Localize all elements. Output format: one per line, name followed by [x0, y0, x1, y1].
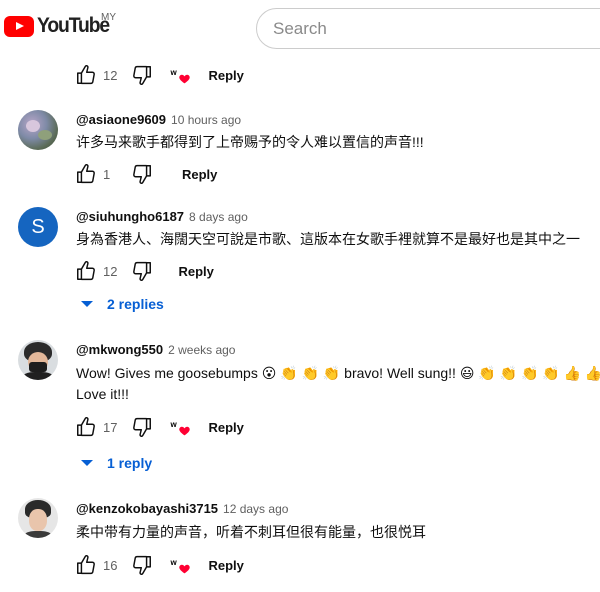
- avatar-letter: S: [31, 215, 45, 238]
- thumbs-down-icon: [131, 64, 153, 86]
- author-name[interactable]: @asiaone9609: [76, 112, 166, 127]
- comment-header: @mkwong550 2 weeks ago: [76, 342, 235, 357]
- comment-actions: 1 Reply: [74, 162, 217, 186]
- thumbs-down-icon: [131, 554, 153, 576]
- creator-heart-badge: w: [169, 553, 193, 577]
- reply-button[interactable]: Reply: [182, 167, 217, 182]
- comment-text-line: 身為香港人、海闊天空可說是市歌、這版本在女歌手裡就算不是最好也是其中之一: [76, 231, 580, 247]
- replies-label: 1 reply: [107, 455, 153, 471]
- thumbs-up-icon: [75, 163, 97, 185]
- replies-label: 2 replies: [107, 296, 164, 312]
- comment-actions: 12 Reply: [74, 259, 214, 283]
- comment-actions: 12 w Reply: [74, 63, 244, 87]
- comment-text-line: 柔中带有力量的声音，听着不刺耳但很有能量，也很悦耳: [76, 524, 426, 540]
- comment-time[interactable]: 8 days ago: [189, 210, 248, 224]
- thumbs-up-icon: [75, 64, 97, 86]
- youtube-logo[interactable]: YouTube: [4, 14, 115, 38]
- author-name[interactable]: @siuhungho6187: [76, 209, 184, 224]
- avatar-face-shape: [29, 509, 47, 531]
- youtube-play-icon: [4, 15, 34, 37]
- creator-heart-badge: w: [169, 415, 193, 439]
- avatar-body-shape: [24, 531, 52, 538]
- author-name[interactable]: @mkwong550: [76, 342, 163, 357]
- like-count: 1: [103, 166, 111, 182]
- comment-header: @kenzokobayashi3715 12 days ago: [76, 501, 288, 516]
- chevron-down-icon: [81, 460, 93, 466]
- creator-avatar-icon: w: [170, 558, 177, 567]
- creator-avatar-icon: w: [170, 420, 177, 429]
- view-replies-button[interactable]: 1 reply: [80, 455, 152, 471]
- comment-header: @siuhungho6187 8 days ago: [76, 209, 248, 224]
- reply-button[interactable]: Reply: [208, 68, 243, 83]
- dislike-button[interactable]: [130, 162, 154, 186]
- creator-avatar-icon: w: [170, 68, 177, 77]
- search-input[interactable]: [256, 8, 600, 49]
- comment-header: @asiaone9609 10 hours ago: [76, 112, 241, 127]
- view-replies-button[interactable]: 2 replies: [80, 296, 164, 312]
- avatar[interactable]: S: [18, 207, 58, 247]
- comment-text-line: Wow! Gives me goosebumps 😮 👏 👏 👏 bravo! …: [76, 365, 600, 381]
- comment-text: 身為香港人、海闊天空可說是市歌、這版本在女歌手裡就算不是最好也是其中之一: [76, 229, 580, 250]
- like-button[interactable]: [74, 63, 98, 87]
- reply-button[interactable]: Reply: [178, 264, 213, 279]
- dislike-button[interactable]: [130, 63, 154, 87]
- reply-button[interactable]: Reply: [208, 558, 243, 573]
- thumbs-up-icon: [75, 554, 97, 576]
- like-button[interactable]: [74, 553, 98, 577]
- heart-icon: [178, 72, 191, 85]
- comment-time[interactable]: 10 hours ago: [171, 113, 241, 127]
- dislike-button[interactable]: [130, 553, 154, 577]
- comment-text: 柔中带有力量的声音，听着不刺耳但很有能量，也很悦耳: [76, 522, 426, 543]
- heart-icon: [178, 562, 191, 575]
- thumbs-down-icon: [131, 416, 153, 438]
- heart-icon: [178, 424, 191, 437]
- like-count: 16: [103, 557, 118, 573]
- dislike-button[interactable]: [130, 415, 154, 439]
- dislike-button[interactable]: [130, 259, 154, 283]
- thumbs-up-icon: [75, 416, 97, 438]
- reply-button[interactable]: Reply: [208, 420, 243, 435]
- avatar[interactable]: [18, 340, 58, 380]
- comment-time[interactable]: 2 weeks ago: [168, 343, 235, 357]
- comment-actions: 17 w Reply: [74, 415, 244, 439]
- masthead: YouTube MY: [0, 0, 600, 58]
- thumbs-down-icon: [131, 260, 153, 282]
- like-count: 12: [103, 263, 118, 279]
- comment-text-line: Love it!!!: [76, 386, 129, 402]
- avatar[interactable]: [18, 110, 58, 150]
- like-button[interactable]: [74, 415, 98, 439]
- comment-text: 许多马来歌手都得到了上帝赐予的令人难以置信的声音!!!: [76, 132, 424, 153]
- chevron-down-icon: [81, 301, 93, 307]
- avatar[interactable]: [18, 498, 58, 538]
- logo-text: YouTube: [37, 14, 110, 37]
- like-count: 17: [103, 419, 118, 435]
- author-name[interactable]: @kenzokobayashi3715: [76, 501, 218, 516]
- avatar-leaf-shape: [38, 130, 52, 140]
- comment-actions: 16 w Reply: [74, 553, 244, 577]
- avatar-mask-shape: [29, 362, 47, 372]
- avatar-body-shape: [22, 372, 54, 380]
- comment-text: Wow! Gives me goosebumps 😮 👏 👏 👏 bravo! …: [76, 363, 600, 405]
- creator-heart-badge: w: [169, 63, 193, 87]
- like-count: 12: [103, 67, 118, 83]
- comment-text-line: 许多马来歌手都得到了上帝赐予的令人难以置信的声音!!!: [76, 134, 424, 150]
- thumbs-down-icon: [131, 163, 153, 185]
- comment-time[interactable]: 12 days ago: [223, 502, 288, 516]
- avatar-flower-shape: [26, 120, 40, 132]
- like-button[interactable]: [74, 259, 98, 283]
- thumbs-up-icon: [75, 260, 97, 282]
- region-code: MY: [101, 12, 116, 23]
- like-button[interactable]: [74, 162, 98, 186]
